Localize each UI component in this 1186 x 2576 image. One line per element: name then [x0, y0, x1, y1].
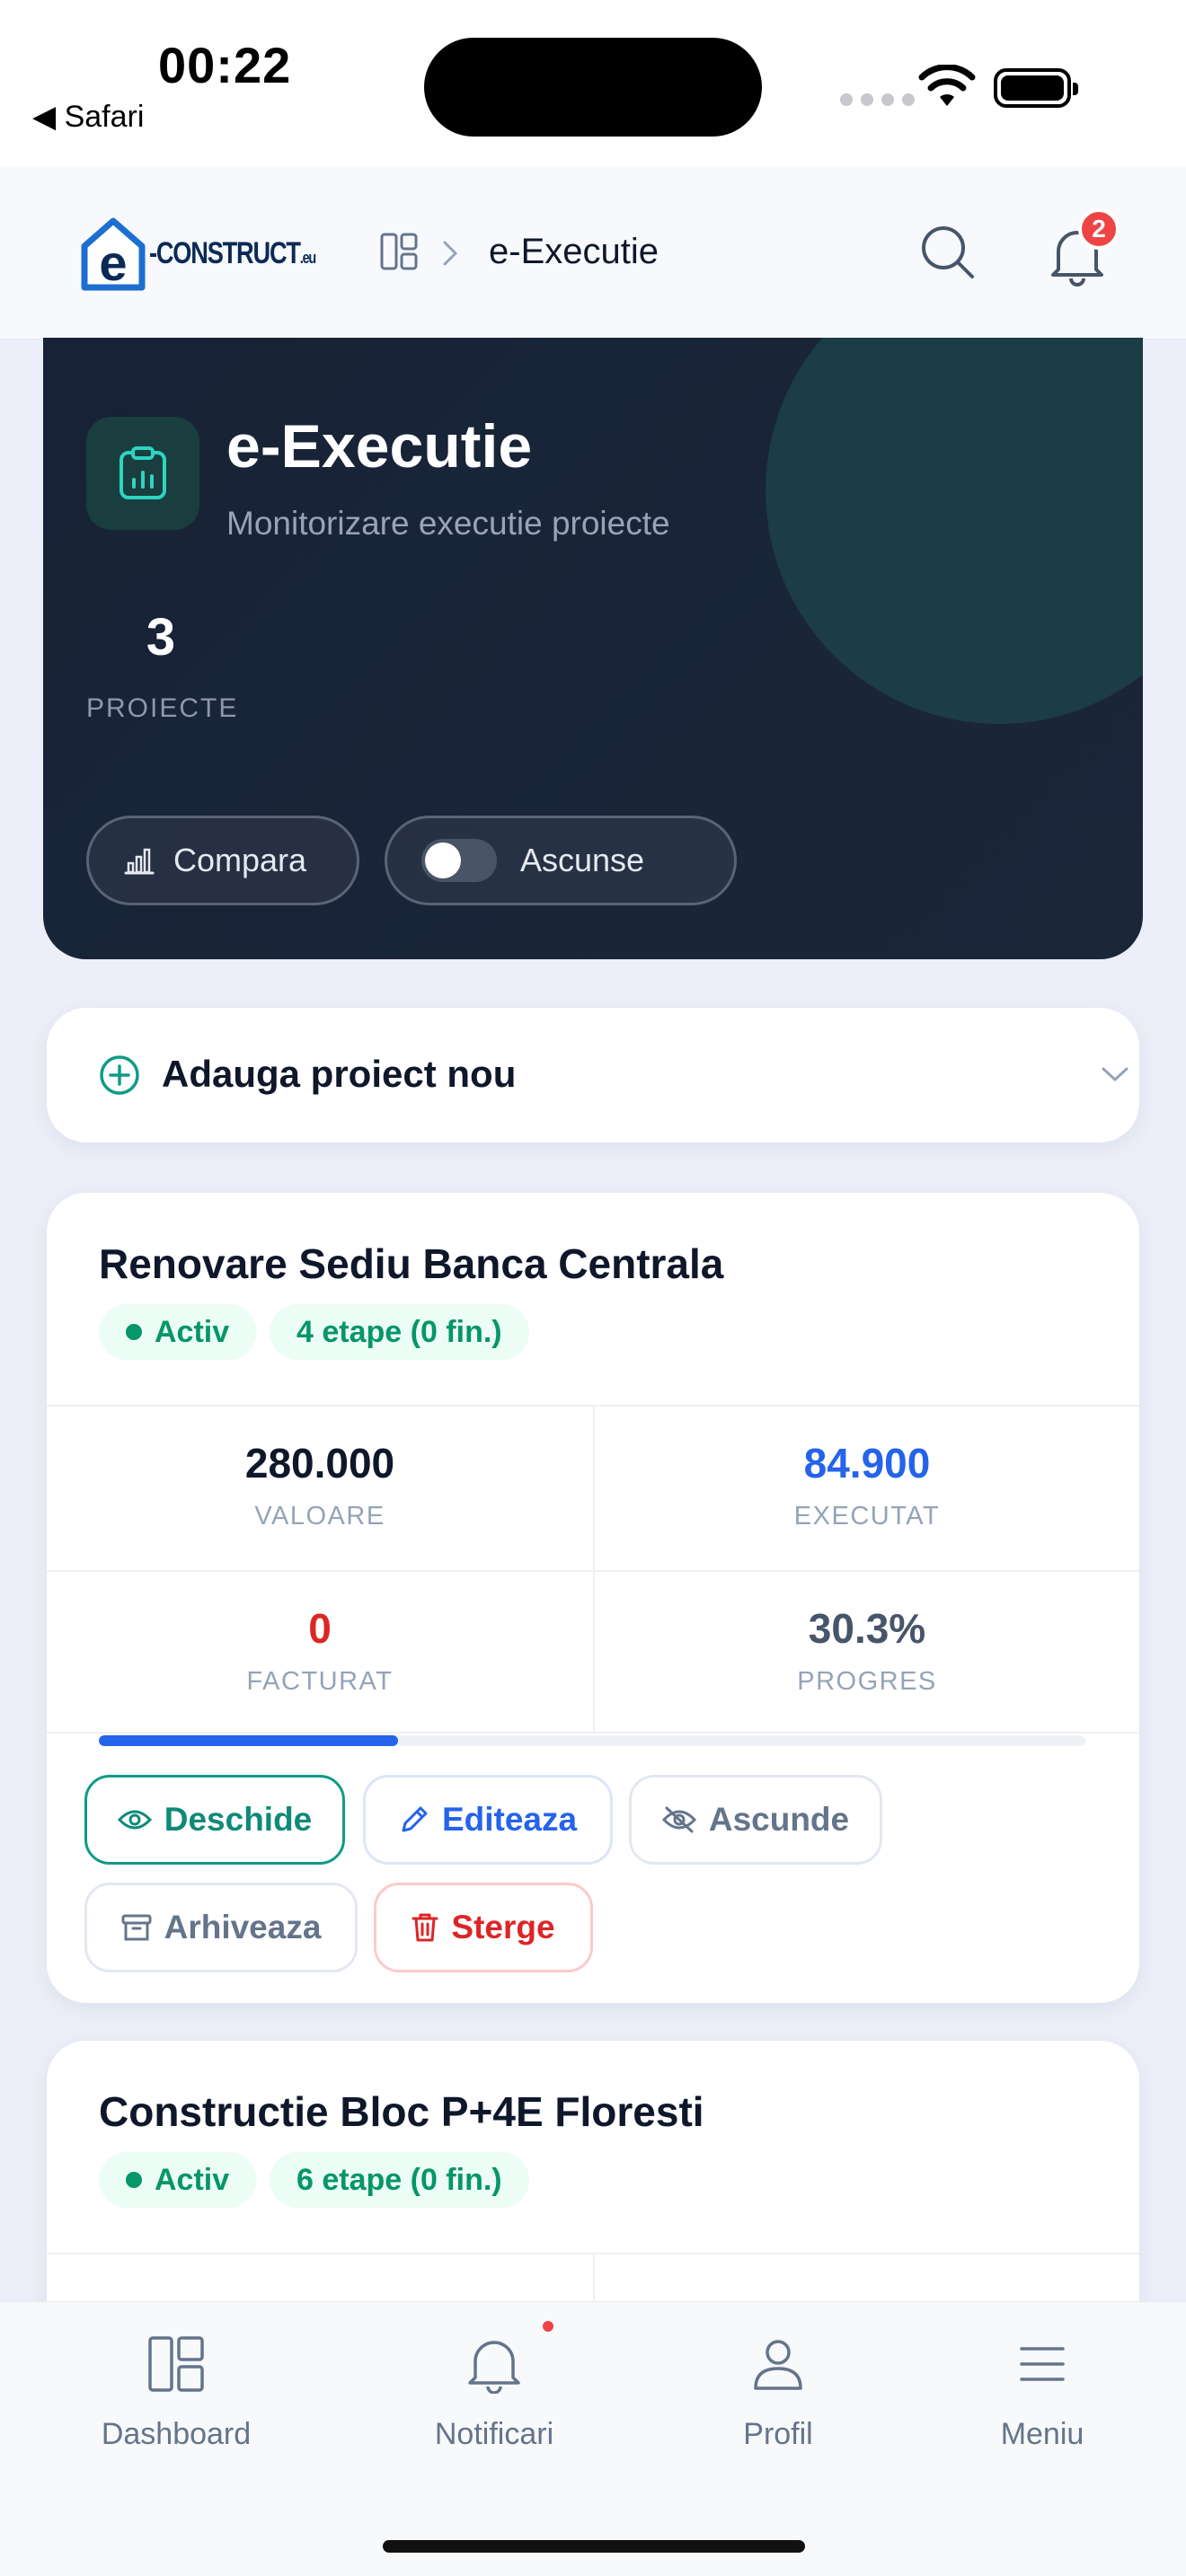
- nav-label: Notificari: [434, 2417, 554, 2451]
- project-count-label: PROIECTE: [86, 693, 239, 723]
- chevron-right-icon: [443, 241, 458, 266]
- pencil-icon: [402, 1806, 428, 1832]
- status-badge: Activ: [99, 1304, 257, 1360]
- dashboard-breadcrumb-icon[interactable]: [379, 232, 419, 271]
- nav-label: Dashboard: [101, 2417, 252, 2451]
- add-project-accordion[interactable]: Adauga proiect nou: [47, 1008, 1139, 1142]
- project-title: Constructie Bloc P+4E Floresti: [99, 2088, 704, 2135]
- status-badge: Activ: [99, 2152, 257, 2208]
- dashboard-icon: [148, 2336, 204, 2392]
- svg-text:e: e: [99, 234, 127, 291]
- stat-progress: 30.3% PROGRES: [593, 1570, 1139, 1734]
- stat-value: 280.000 VALOARE: [244, 1440, 395, 1531]
- project-title: Renovare Sediu Banca Centrala: [99, 1240, 724, 1287]
- nav-label: Meniu: [1000, 2417, 1084, 2451]
- bottom-navigation: Dashboard Notificari Profil Meniu: [0, 2301, 1186, 2576]
- hamburger-menu-icon: [1020, 2347, 1065, 2381]
- status-dot-icon: [126, 1324, 142, 1340]
- archive-icon: [121, 1914, 152, 1941]
- page-subtitle: Monitorizare executie proiecte: [226, 505, 670, 542]
- nav-menu[interactable]: Meniu: [934, 2334, 1150, 2452]
- nav-profile[interactable]: Profil: [670, 2334, 886, 2452]
- page-title: e-Executie: [226, 412, 533, 481]
- nav-label: Profil: [743, 2417, 813, 2451]
- logo[interactable]: e -CONSTRUCT.eu: [79, 216, 357, 291]
- clipboard-chart-icon: [86, 417, 199, 530]
- nav-dashboard[interactable]: Dashboard: [68, 2334, 284, 2452]
- stat-executed: 84.900 EXECUTAT: [593, 1407, 1139, 1570]
- add-project-label: Adauga proiect nou: [162, 1053, 517, 1095]
- home-indicator[interactable]: [383, 2540, 805, 2553]
- nav-notifications[interactable]: Notificari: [386, 2334, 602, 2452]
- app-header: e -CONSTRUCT.eu e-Executie 2: [0, 167, 1186, 340]
- trash-icon: [412, 1913, 438, 1942]
- search-icon[interactable]: [916, 221, 979, 284]
- show-hidden-toggle[interactable]: Ascunse: [385, 816, 737, 905]
- stages-badge: 6 etape (0 fin.): [270, 2152, 529, 2208]
- project-card: Renovare Sediu Banca Centrala Activ 4 et…: [47, 1193, 1139, 2003]
- cellular-signal-icon: [840, 93, 915, 106]
- logo-house-icon: e: [81, 217, 146, 291]
- progress-bar: [99, 1735, 1085, 1746]
- plus-circle-icon: [100, 1055, 139, 1095]
- archive-project-button[interactable]: Arhiveaza: [84, 1883, 358, 1972]
- stages-badge: 4 etape (0 fin.): [270, 1304, 529, 1360]
- wifi-icon: [918, 65, 976, 106]
- logo-text: -CONSTRUCT.eu: [149, 235, 316, 270]
- eye-icon: [117, 1810, 152, 1830]
- edit-project-button[interactable]: Editeaza: [363, 1775, 613, 1865]
- notification-badge: 2: [1078, 208, 1120, 250]
- hide-project-button[interactable]: Ascunde: [629, 1775, 882, 1865]
- back-to-safari-link[interactable]: ◀ Safari: [32, 99, 144, 135]
- hero-decoration: [766, 338, 1143, 724]
- status-dot-icon: [126, 2172, 142, 2188]
- divider: [47, 1732, 1139, 1734]
- status-bar: 00:22 ◀ Safari: [0, 0, 1186, 167]
- project-count: 3: [146, 608, 176, 666]
- compare-button[interactable]: Compara: [86, 816, 359, 905]
- delete-project-button[interactable]: Sterge: [374, 1883, 593, 1972]
- status-time: 00:22: [158, 37, 292, 93]
- battery-icon: [994, 68, 1078, 108]
- user-icon: [754, 2340, 802, 2390]
- eye-off-icon: [661, 1806, 696, 1833]
- bar-chart-icon: [124, 848, 155, 875]
- bell-icon: [468, 2341, 520, 2394]
- project-stats: [47, 2253, 1139, 2418]
- chevron-down-icon: [1102, 1067, 1128, 1082]
- stat-invoiced: 0 FACTURAT: [47, 1570, 593, 1734]
- progress-bar-fill: [99, 1735, 398, 1746]
- notification-dot: [543, 2321, 553, 2332]
- project-stats: 280.000 VALOARE 84.900 EXECUTAT 0 FACTUR…: [47, 1405, 1139, 1734]
- open-project-button[interactable]: Deschide: [84, 1775, 345, 1865]
- hero-panel: e-Executie Monitorizare executie proiect…: [43, 338, 1143, 959]
- dynamic-island: [424, 38, 762, 137]
- breadcrumb-current: e-Executie: [489, 232, 659, 271]
- toggle-switch[interactable]: [421, 839, 497, 882]
